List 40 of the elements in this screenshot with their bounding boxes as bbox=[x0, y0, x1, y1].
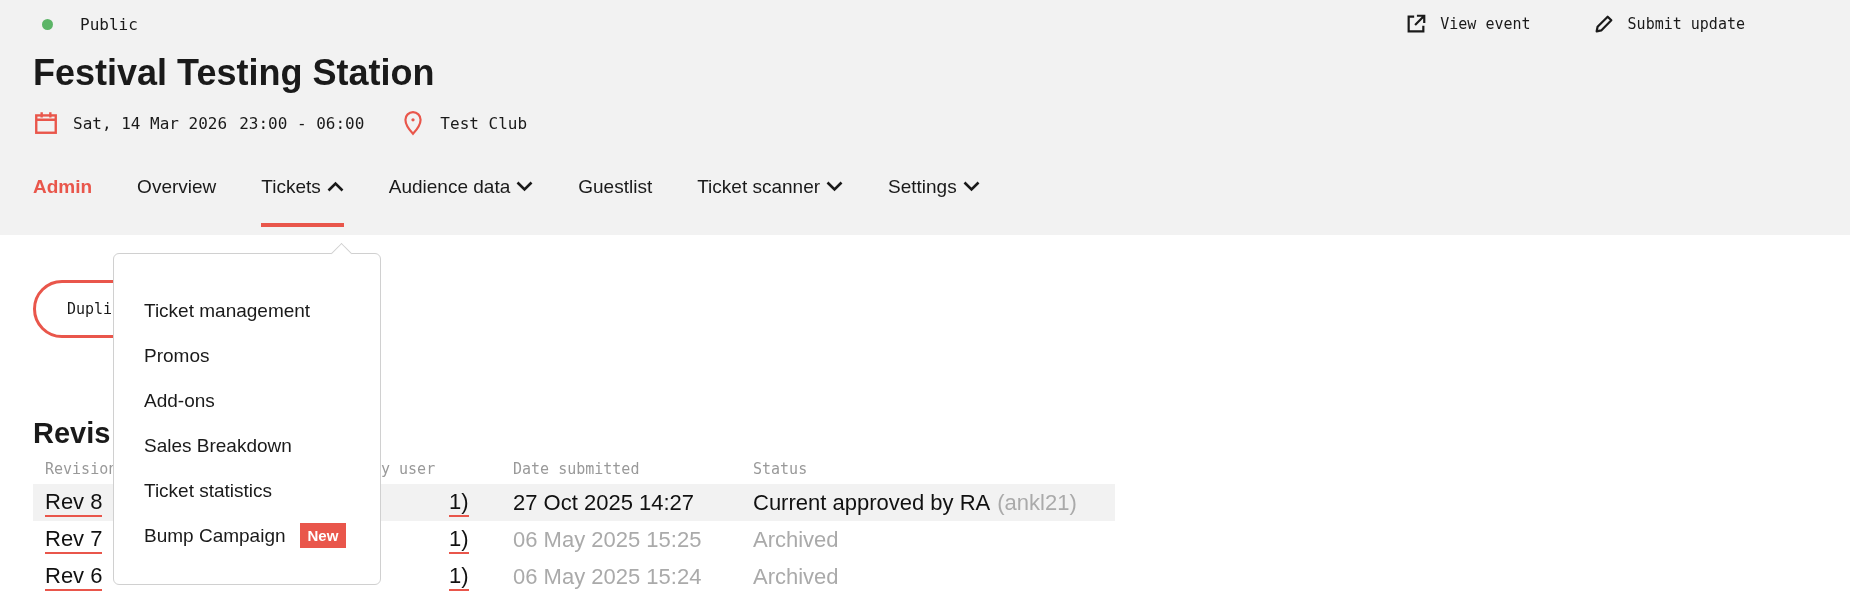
nav-tab[interactable]: Audience data bbox=[388, 160, 534, 227]
view-event-button[interactable]: View event bbox=[1405, 13, 1531, 35]
date-cell: 06 May 2025 15:24 bbox=[513, 563, 702, 590]
menu-item[interactable]: Ticket statistics bbox=[144, 468, 380, 513]
calendar-icon bbox=[33, 110, 59, 136]
visibility-label: Public bbox=[80, 14, 138, 34]
new-badge: New bbox=[299, 523, 347, 548]
revision-link[interactable]: Rev 8 bbox=[45, 488, 103, 517]
external-link-icon bbox=[1405, 13, 1428, 35]
menu-item[interactable]: Bump Campaign bbox=[144, 513, 286, 558]
event-date: Sat, 14 Mar 2026 bbox=[73, 113, 228, 133]
section-heading: Revis bbox=[33, 416, 111, 450]
menu-item[interactable]: Promos bbox=[144, 333, 380, 378]
venue-name: Test Club bbox=[440, 113, 528, 133]
user-link[interactable]: 1) bbox=[449, 525, 469, 554]
date-cell: 06 May 2025 15:25 bbox=[513, 526, 702, 553]
status-cell: Current approved by RA bbox=[753, 489, 991, 516]
submit-update-button[interactable]: Submit update bbox=[1592, 13, 1745, 35]
revision-link[interactable]: Rev 7 bbox=[45, 525, 103, 554]
date-cell: 27 Oct 2025 14:27 bbox=[513, 489, 695, 516]
column-header: Status bbox=[753, 459, 809, 480]
menu-item[interactable]: Sales Breakdown bbox=[144, 423, 380, 468]
column-header: y user bbox=[381, 459, 437, 480]
user-link[interactable]: 1) bbox=[449, 562, 469, 591]
event-title: Festival Testing Station bbox=[33, 52, 436, 94]
section-label: Admin bbox=[33, 175, 93, 198]
nav-tab[interactable]: Tickets bbox=[261, 160, 344, 227]
nav-tab[interactable]: Overview bbox=[137, 160, 217, 227]
nav-tab[interactable]: Guestlist bbox=[578, 160, 653, 227]
status-cell: Archived bbox=[753, 563, 839, 590]
revision-link[interactable]: Rev 6 bbox=[45, 562, 103, 591]
nav-tab[interactable]: Settings bbox=[888, 160, 980, 227]
menu-item[interactable]: Ticket management bbox=[144, 288, 380, 333]
nav-tab[interactable]: Ticket scanner bbox=[697, 160, 844, 227]
status-cell: Archived bbox=[753, 526, 839, 553]
event-time: 23:00 - 06:00 bbox=[239, 113, 365, 133]
user-link[interactable]: 1) bbox=[449, 488, 469, 517]
status-note: (ankl21) bbox=[997, 489, 1077, 516]
column-header: Date submitted bbox=[513, 459, 641, 480]
menu-item[interactable]: Add-ons bbox=[144, 378, 380, 423]
